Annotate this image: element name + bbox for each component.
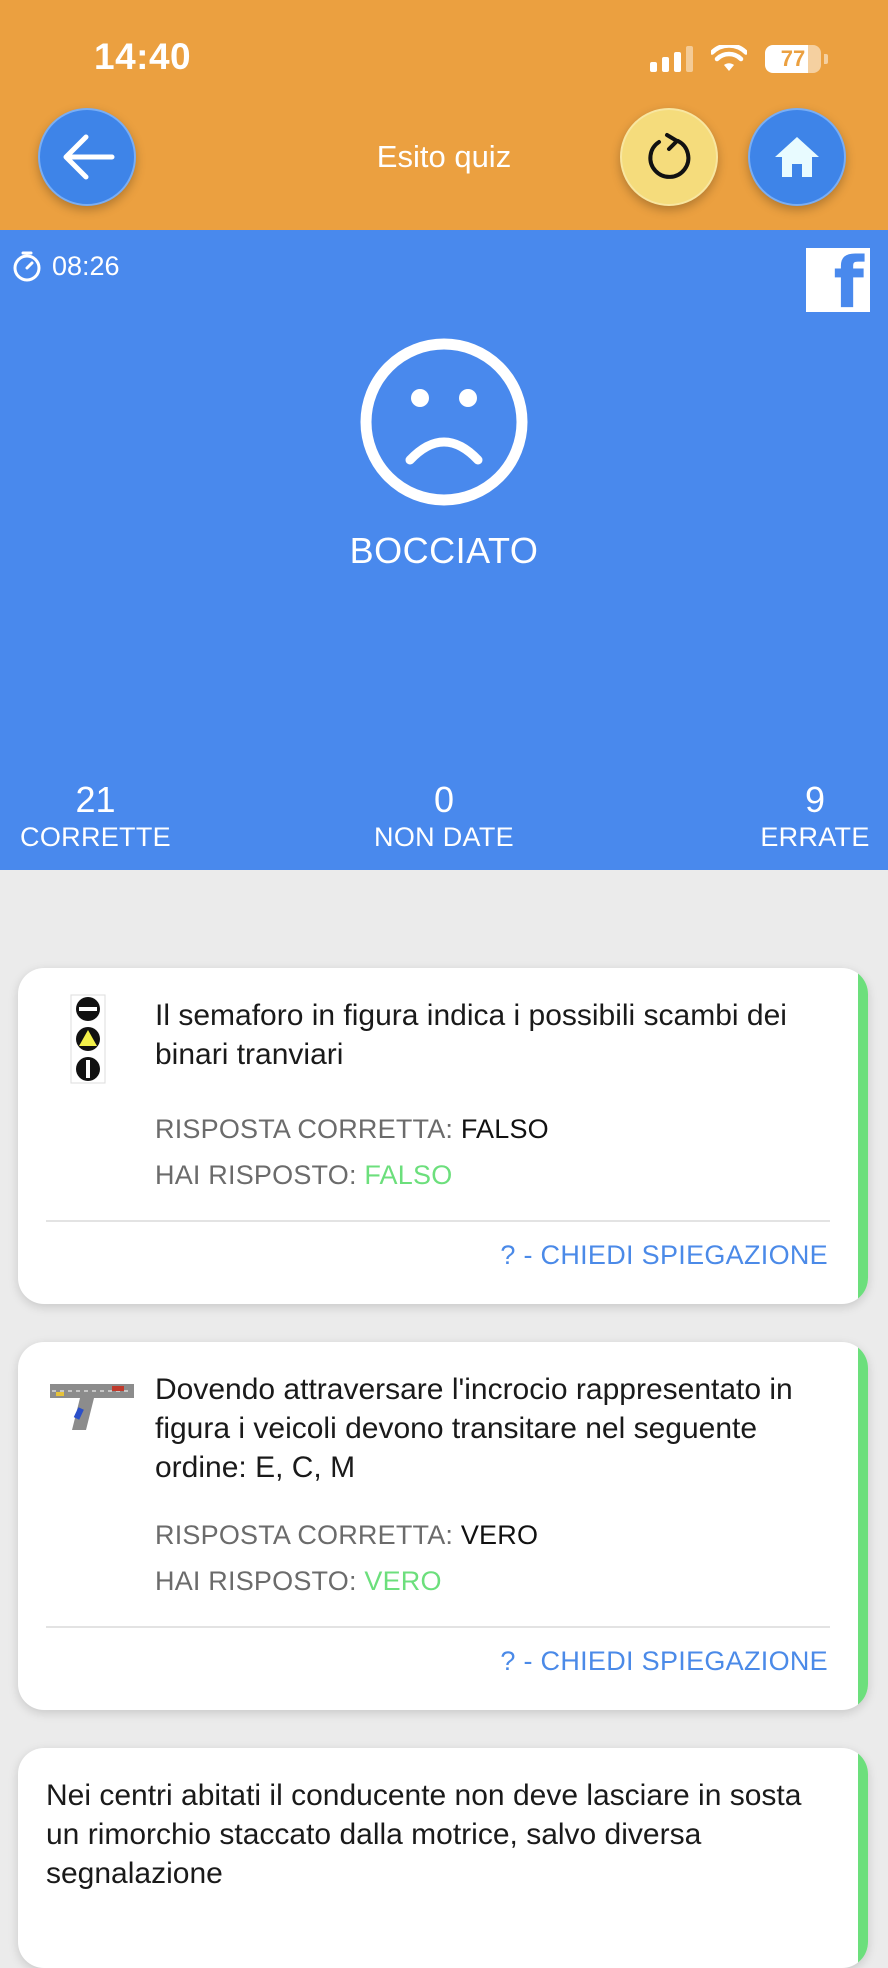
question-card[interactable]: Dovendo attraversare l'incrocio rapprese… (18, 1342, 868, 1710)
wifi-icon (711, 45, 747, 71)
correct-answer: RISPOSTA CORRETTA: FALSO (155, 1114, 549, 1145)
question-text: Il semaforo in figura indica i possibili… (155, 999, 787, 1071)
given-answer-label: HAI RISPOSTO: (155, 1160, 365, 1190)
result-verdict: BOCCIATO (349, 530, 539, 571)
divider (46, 1220, 830, 1222)
home-icon (775, 137, 819, 177)
status-icons: 77 (650, 42, 828, 76)
status-time: 14:40 (94, 36, 192, 77)
traffic-light-icon (70, 994, 106, 1084)
correct-answer-value: VERO (460, 1520, 539, 1550)
correct-answer: RISPOSTA CORRETTA: VERO (155, 1520, 538, 1551)
header-bar: 14:40 77 Esito quiz (0, 0, 888, 230)
given-answer-label: HAI RISPOSTO: (155, 1566, 365, 1596)
question-card[interactable]: Il semaforo in figura indica i possibili… (18, 968, 868, 1304)
given-answer: HAI RISPOSTO: VERO (155, 1566, 442, 1597)
stat-correct-label: CORRETTE (20, 822, 171, 852)
divider (46, 1626, 830, 1628)
facebook-share-button[interactable]: f (806, 248, 870, 312)
stat-correct-value: 21 (75, 779, 116, 820)
ask-explanation-button[interactable]: ? - CHIEDI SPIEGAZIONE (500, 1646, 828, 1677)
facebook-icon: f (833, 248, 864, 312)
correct-answer-label: RISPOSTA CORRETTA: (155, 1520, 461, 1550)
stopwatch-icon (13, 251, 41, 282)
stat-unanswered: 0 NON DATE (364, 780, 524, 854)
correct-answer-value: FALSO (460, 1114, 549, 1144)
stat-wrong-value: 9 (804, 779, 826, 820)
given-answer-value: VERO (364, 1566, 442, 1596)
battery-nub (824, 54, 828, 64)
stat-wrong-label: ERRATE (760, 822, 870, 852)
battery-icon: 77 (765, 45, 821, 73)
question-text: Dovendo attraversare l'incrocio rapprese… (155, 1373, 793, 1484)
timer: 08:26 (12, 250, 120, 282)
stat-wrong: 9 ERRATE (760, 780, 870, 854)
signal-icon (650, 46, 693, 72)
correct-answer-label: RISPOSTA CORRETTA: (155, 1114, 461, 1144)
sad-face-icon (360, 338, 528, 506)
stat-correct: 21 CORRETTE (18, 780, 173, 854)
ask-explanation-button[interactable]: ? - CHIEDI SPIEGAZIONE (500, 1240, 828, 1271)
question-card[interactable]: Nei centri abitati il conducente non dev… (18, 1748, 868, 1968)
home-button[interactable] (748, 108, 846, 206)
intersection-icon (50, 1384, 134, 1430)
timer-value: 08:26 (52, 250, 120, 281)
stat-unanswered-label: NON DATE (374, 822, 514, 852)
result-panel: 08:26 f BOCCIATO 21 CORRETTE 0 NON DATE … (0, 230, 888, 870)
given-answer-value: FALSO (364, 1160, 453, 1190)
question-text: Nei centri abitati il conducente non dev… (46, 1779, 802, 1890)
refresh-icon (648, 133, 691, 179)
stat-unanswered-value: 0 (433, 779, 455, 820)
reload-button[interactable] (620, 108, 718, 206)
given-answer: HAI RISPOSTO: FALSO (155, 1160, 452, 1191)
battery-percent: 77 (780, 46, 806, 71)
